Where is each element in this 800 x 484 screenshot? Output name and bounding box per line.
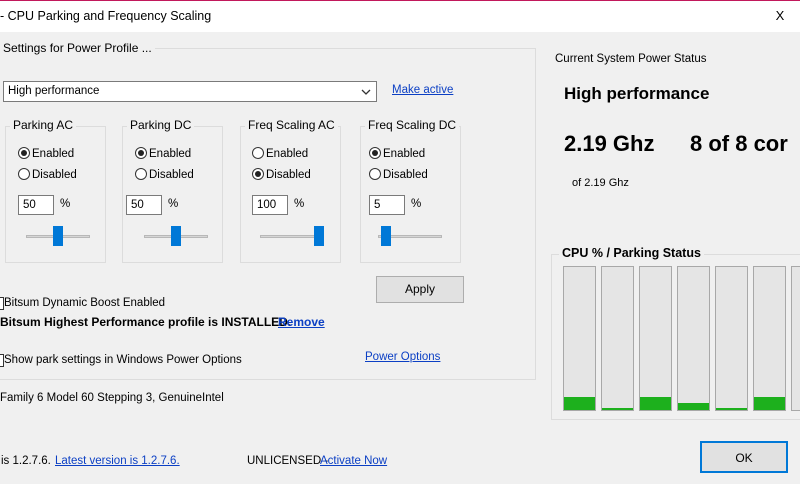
- status-cores: 8 of 8 cor: [690, 131, 788, 156]
- radio-icon: [252, 147, 264, 159]
- version-text: is 1.2.7.6.: [1, 455, 51, 467]
- status-profile: High performance: [564, 84, 710, 103]
- freq-scaling-ac-title: Freq Scaling AC: [245, 118, 338, 132]
- parking-ac-slider-thumb[interactable]: [53, 226, 63, 246]
- freq-scaling-dc-disabled-radio[interactable]: Disabled: [369, 167, 428, 183]
- cpu-core-bar: [753, 266, 786, 411]
- radio-icon: [18, 147, 30, 159]
- profile-select[interactable]: High performance: [3, 81, 377, 102]
- parking-dc-title: Parking DC: [127, 118, 195, 132]
- power-status-label: Current System Power Status: [555, 53, 707, 65]
- profile-select-value: High performance: [8, 85, 100, 97]
- close-button[interactable]: X: [760, 3, 800, 31]
- freq-scaling-dc-title: Freq Scaling DC: [365, 118, 460, 132]
- remove-link[interactable]: Remove: [278, 315, 325, 329]
- parking-dc-disabled-radio[interactable]: Disabled: [135, 167, 194, 183]
- cpu-core-bar: [601, 266, 634, 411]
- cpu-core-bar-fill: [678, 402, 709, 410]
- ok-button[interactable]: OK: [700, 441, 788, 473]
- freq-scaling-dc-enabled-radio[interactable]: Enabled: [369, 146, 425, 162]
- freq-scaling-dc-unit: %: [411, 198, 422, 210]
- activate-now-link[interactable]: Activate Now: [320, 455, 387, 467]
- cpu-core-bar: [677, 266, 710, 411]
- parking-ac-unit: %: [60, 198, 71, 210]
- freq-scaling-ac-enabled-radio[interactable]: Enabled: [252, 146, 308, 162]
- parking-ac-value-input[interactable]: 50: [18, 195, 54, 215]
- cpu-core-bar-fill: [640, 397, 671, 410]
- radio-icon: [135, 147, 147, 159]
- power-options-link[interactable]: Power Options: [365, 351, 440, 363]
- radio-icon: [252, 168, 264, 180]
- cpu-core-bar-fill: [716, 408, 747, 410]
- cpu-core-bar: [563, 266, 596, 411]
- parking-ac-enabled-radio[interactable]: Enabled: [18, 146, 74, 162]
- parking-dc-slider-thumb[interactable]: [171, 226, 181, 246]
- cpu-core-bar-fill: [602, 408, 633, 410]
- cpu-core-bar: [715, 266, 748, 411]
- cpu-core-bar: [639, 266, 672, 411]
- title-bar: - CPU Parking and Frequency Scaling X: [0, 0, 800, 32]
- cpu-core-bar-fill: [754, 397, 785, 410]
- freq-scaling-ac-disabled-radio[interactable]: Disabled: [252, 167, 311, 183]
- freq-scaling-dc-slider-thumb[interactable]: [380, 226, 391, 246]
- cpu-info-text: Family 6 Model 60 Stepping 3, GenuineInt…: [0, 392, 224, 404]
- radio-icon: [18, 168, 30, 180]
- window-title: - CPU Parking and Frequency Scaling: [0, 9, 212, 23]
- cpu-core-bar: [791, 266, 800, 411]
- settings-group-label: Settings for Power Profile ...: [0, 41, 155, 55]
- latest-version-link[interactable]: Latest version is 1.2.7.6.: [55, 455, 180, 467]
- freq-scaling-dc-value-input[interactable]: 5: [369, 195, 405, 215]
- show-park-label: Show park settings in Windows Power Opti…: [4, 354, 242, 366]
- radio-icon: [135, 168, 147, 180]
- parking-ac-disabled-radio[interactable]: Disabled: [18, 167, 77, 183]
- license-text: UNLICENSED -: [247, 455, 329, 467]
- apply-button[interactable]: Apply: [376, 276, 464, 303]
- radio-icon: [369, 147, 381, 159]
- make-active-link[interactable]: Make active: [392, 84, 453, 96]
- freq-scaling-ac-value-input[interactable]: 100: [252, 195, 288, 215]
- parking-dc-enabled-radio[interactable]: Enabled: [135, 146, 191, 162]
- freq-scaling-ac-unit: %: [294, 198, 305, 210]
- dynamic-boost-label: Bitsum Dynamic Boost Enabled: [4, 297, 166, 309]
- cpu-core-bar-fill: [564, 397, 595, 410]
- freq-scaling-ac-slider-thumb[interactable]: [314, 226, 324, 246]
- parking-dc-value-input[interactable]: 50: [126, 195, 162, 215]
- status-frequency: 2.19 Ghz: [564, 131, 655, 156]
- radio-icon: [369, 168, 381, 180]
- cpu-bars-container: [563, 266, 800, 411]
- parking-ac-title: Parking AC: [10, 118, 77, 132]
- chevron-down-icon: [361, 89, 371, 95]
- parking-dc-unit: %: [168, 198, 179, 210]
- cpu-parking-title: CPU % / Parking Status: [559, 246, 704, 260]
- profile-installed-text: Bitsum Highest Performance profile is IN…: [0, 315, 292, 329]
- status-sub-frequency: of 2.19 Ghz: [572, 177, 629, 189]
